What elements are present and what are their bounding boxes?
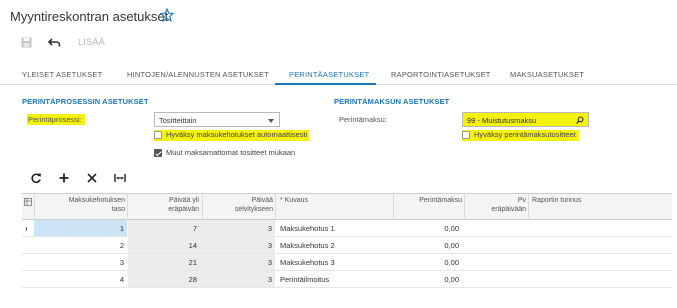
include-other-label: Muut maksamattomat tositteet mukaan xyxy=(166,148,296,157)
table-row[interactable]: 3 21 3 Maksukehotus 3 0,00 xyxy=(22,254,672,271)
tab-collection-settings[interactable]: PERINTÄASETUKSET xyxy=(289,70,369,79)
cell-level[interactable]: 2 xyxy=(36,241,124,250)
collection-process-select[interactable]: Tositteittain xyxy=(154,112,280,127)
page-title: Myyntireskontran asetukset xyxy=(10,9,169,24)
cell-description[interactable]: Perintäilmoitus xyxy=(280,275,329,284)
star-icon[interactable] xyxy=(160,8,174,22)
cell-description[interactable]: Maksukehotus 1 xyxy=(280,224,335,233)
cell-fee[interactable]: 0,00 xyxy=(395,241,459,250)
cell-days-overdue[interactable]: 21 xyxy=(129,258,197,267)
collection-fee-lookup[interactable]: 99 - Muistutusmaksu xyxy=(462,112,589,127)
include-other-checkbox[interactable] xyxy=(154,149,162,157)
cell-level[interactable]: 1 xyxy=(36,224,124,233)
collection-levels-grid: Maksukehotuksen taso Päivää yli eräpäivä… xyxy=(22,193,672,303)
table-row[interactable]: › 1 7 3 Maksukehotus 1 0,00 xyxy=(22,220,672,237)
save-icon[interactable] xyxy=(21,37,32,48)
auto-approve-row[interactable]: Hyväksy maksukehotukset automaattisesti xyxy=(154,130,310,141)
col-header-days-to-settle[interactable]: Päivää selvitykseen xyxy=(204,197,273,214)
col-header-due-date-line2: eräpäivään xyxy=(491,205,526,213)
grid-toolbar xyxy=(22,168,672,190)
undo-icon[interactable] xyxy=(48,37,61,48)
auto-approve-label: Hyväksy maksukehotukset automaattisesti xyxy=(166,130,308,139)
col-header-fee[interactable]: Perintämaksu xyxy=(395,197,462,206)
refresh-icon[interactable] xyxy=(30,172,42,184)
table-row[interactable]: 2 14 3 Maksukehotus 2 0,00 xyxy=(22,237,672,254)
cell-fee[interactable]: 0,00 xyxy=(395,258,459,267)
cell-days-overdue[interactable]: 7 xyxy=(129,224,197,233)
cell-days-to-settle[interactable]: 3 xyxy=(204,224,272,233)
tab-payment-settings[interactable]: MAKSUASETUKSET xyxy=(510,70,584,79)
add-button[interactable]: LISÄÄ xyxy=(78,37,105,47)
cell-days-to-settle[interactable]: 3 xyxy=(204,275,272,284)
col-header-days-to-settle-line2: selvitykseen xyxy=(234,205,273,213)
cell-fee[interactable]: 0,00 xyxy=(395,224,459,233)
col-header-due-date[interactable]: Pv eräpäivään xyxy=(466,197,526,214)
tab-price-discount-settings[interactable]: HINTOJEN/ALENNUSTEN ASETUKSET xyxy=(127,70,269,79)
cell-days-overdue[interactable]: 28 xyxy=(129,275,197,284)
collection-process-section-title: PERINTÄPROSESSIN ASETUKSET xyxy=(22,97,149,106)
col-header-days-to-settle-line1: Päivää xyxy=(251,197,273,204)
current-row-indicator: › xyxy=(25,224,28,233)
approve-fee-docs-label: Hyväksy perintämaksutositteet xyxy=(474,130,576,139)
search-icon[interactable] xyxy=(576,116,584,124)
cell-days-overdue[interactable]: 14 xyxy=(129,241,197,250)
auto-approve-checkbox[interactable] xyxy=(154,131,162,139)
cell-days-to-settle[interactable]: 3 xyxy=(204,258,272,267)
add-row-icon[interactable] xyxy=(58,172,70,184)
col-header-level-line2: taso xyxy=(111,205,125,213)
col-header-level[interactable]: Maksukehotuksen taso xyxy=(36,197,125,214)
cell-level[interactable]: 3 xyxy=(36,258,124,267)
grid-header: Maksukehotuksen taso Päivää yli eräpäivä… xyxy=(22,194,672,220)
collection-fee-label: Perintämaksu: xyxy=(339,115,387,124)
fit-columns-icon[interactable] xyxy=(114,172,126,184)
approve-fee-docs-checkbox[interactable] xyxy=(462,131,470,139)
col-header-due-date-line1: Pv xyxy=(517,197,526,204)
cell-fee[interactable]: 0,00 xyxy=(395,275,459,284)
chevron-down-icon xyxy=(268,119,274,123)
col-header-report-id[interactable]: Raportin tunnus xyxy=(532,197,581,206)
collection-process-value: Tositteittain xyxy=(159,116,197,125)
cell-days-to-settle[interactable]: 3 xyxy=(204,241,272,250)
table-row[interactable]: 4 28 3 Perintäilmoitus 0,00 xyxy=(22,271,672,288)
collection-fee-value: 99 - Muistutusmaksu xyxy=(467,116,537,125)
tab-general-settings[interactable]: YLEISET ASETUKSET xyxy=(22,70,102,79)
cell-level[interactable]: 4 xyxy=(36,275,124,284)
col-header-days-overdue-line1: Päivää yli xyxy=(169,197,199,204)
collection-process-label: Perintäprosessi: xyxy=(27,114,85,125)
col-header-level-line1: Maksukehotuksen xyxy=(68,197,125,204)
approve-fee-docs-row[interactable]: Hyväksy perintämaksutositteet xyxy=(462,130,580,141)
col-header-description[interactable]: * Kuvaus xyxy=(280,197,308,206)
include-other-row[interactable]: Muut maksamattomat tositteet mukaan xyxy=(154,148,314,159)
cell-description[interactable]: Maksukehotus 3 xyxy=(280,258,335,267)
tab-reporting-settings[interactable]: RAPORTOINTIASETUKSET xyxy=(391,70,491,79)
grid-settings-icon[interactable] xyxy=(24,198,32,206)
title-bar: Myyntireskontran asetukset xyxy=(0,0,677,30)
delete-row-icon[interactable] xyxy=(86,172,98,184)
collection-fee-section-title: PERINTÄMAKSUN ASETUKSET xyxy=(334,97,450,106)
col-header-days-overdue[interactable]: Päivää yli eräpäivän xyxy=(129,197,199,214)
active-tab-indicator xyxy=(275,83,376,85)
col-header-days-overdue-line2: eräpäivän xyxy=(168,205,199,213)
cell-description[interactable]: Maksukehotus 2 xyxy=(280,241,335,250)
toolbar: LISÄÄ xyxy=(0,32,677,56)
